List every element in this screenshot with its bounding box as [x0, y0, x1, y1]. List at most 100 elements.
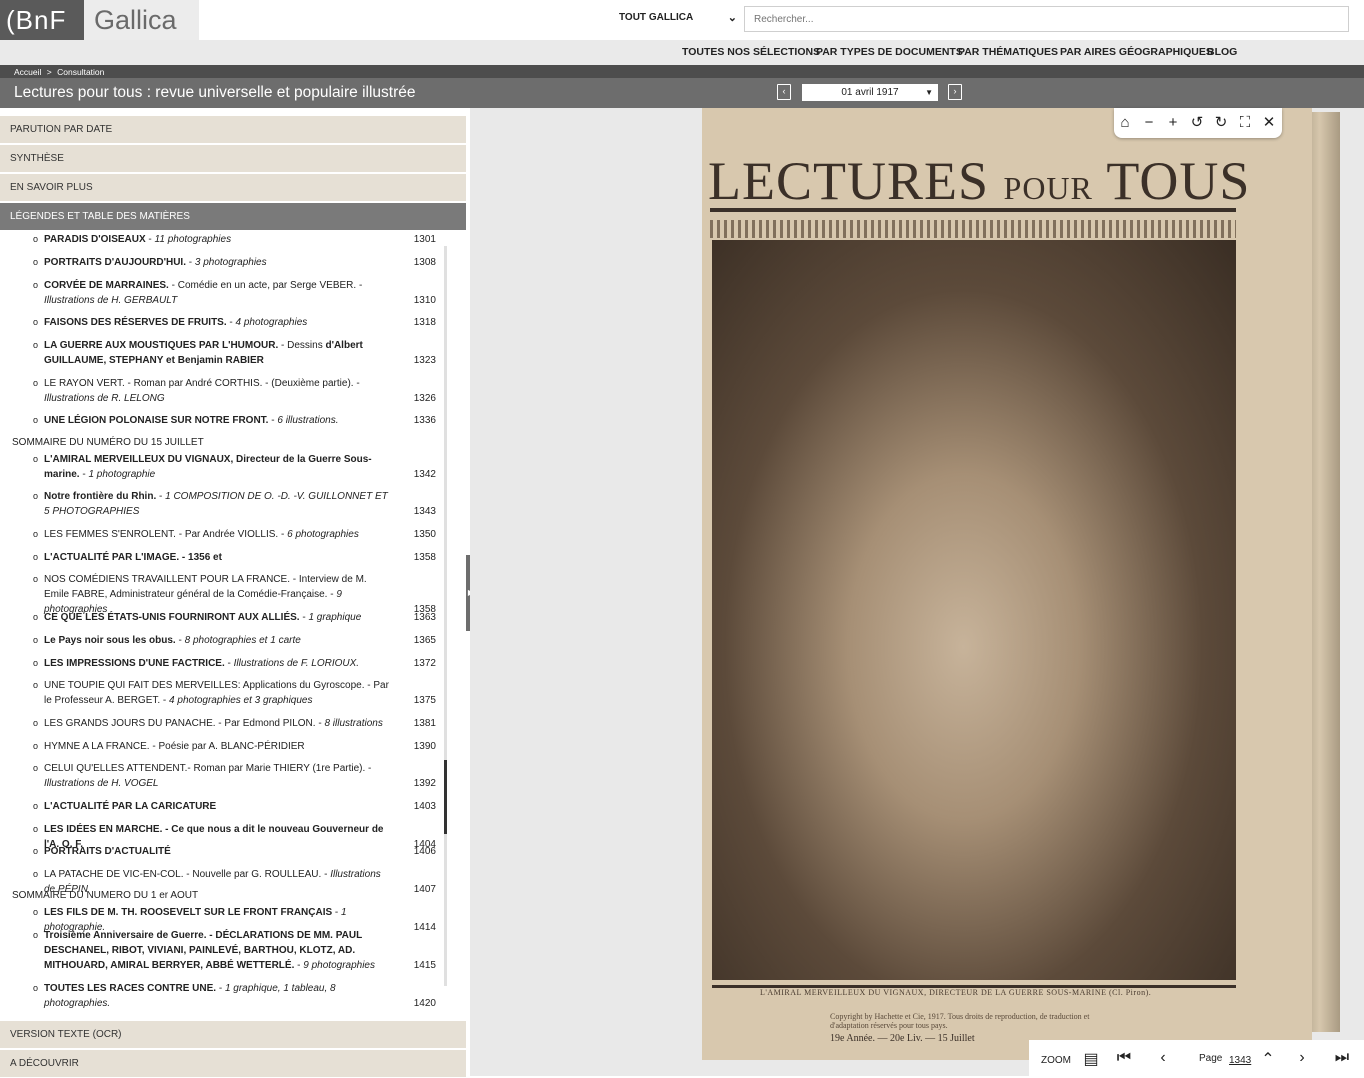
- toc-entry[interactable]: o Le Pays noir sous les obus. - 8 photogr…: [33, 633, 436, 648]
- toc-entry[interactable]: o CORVÉE DE MARRAINES. - Comédie en un ac…: [33, 278, 436, 308]
- toc-entry-detail: LE RAYON VERT. - Roman par André CORTHIS…: [44, 378, 360, 389]
- nav-par-types-de-documents[interactable]: PAR TYPES DE DOCUMENTS: [816, 46, 963, 58]
- toc-entry-illustrations: 11 photographies: [154, 234, 232, 245]
- page-number-input[interactable]: 1343: [1229, 1055, 1251, 1066]
- close-icon[interactable]: ✕: [1260, 114, 1278, 132]
- toc-entry[interactable]: o UNE LÉGION POLONAISE SUR NOTRE FRONT. -…: [33, 413, 436, 428]
- toc-entry[interactable]: o TOUTES LES RACES CONTRE UNE. - 1 graphi…: [33, 981, 436, 1011]
- toc-entry[interactable]: o L'AMIRAL MERVEILLEUX DU VIGNAUX, Direct…: [33, 452, 436, 482]
- bullet-icon: o: [33, 378, 39, 388]
- section-legendes-table-des-matieres[interactable]: LÉGENDES ET TABLE DES MATIÈRES: [0, 203, 466, 231]
- bullet-icon: o: [33, 612, 39, 622]
- rotate-left-icon[interactable]: ↺: [1188, 114, 1206, 132]
- first-page-icon[interactable]: ⏮: [1115, 1049, 1133, 1067]
- next-page-icon[interactable]: ›: [1293, 1049, 1311, 1067]
- bullet-icon: o: [33, 763, 39, 773]
- bullet-icon: o: [33, 257, 39, 267]
- toc-entry-page: 1310: [413, 295, 436, 306]
- fullscreen-icon[interactable]: ⛶: [1236, 114, 1254, 132]
- toc-scrollbar-thumb[interactable]: [444, 760, 447, 834]
- toc-entry[interactable]: o L'ACTUALITÉ PAR LA CARICATURE 1403: [33, 799, 436, 814]
- toc-entry-detail: LA PATACHE DE VIC-EN-COL. - Nouvelle par…: [44, 869, 331, 880]
- bullet-icon: o: [33, 983, 39, 993]
- toc-entry[interactable]: o HYMNE A LA FRANCE. - Poésie par A. BLAN…: [33, 739, 436, 754]
- bnf-logo[interactable]: (BnF: [0, 0, 84, 40]
- toc-entry-illustrations: 3 photographies: [194, 257, 267, 268]
- zoom-in-icon[interactable]: +: [1164, 114, 1182, 132]
- toc-entry[interactable]: o L'ACTUALITÉ PAR L'IMAGE. - 1356 et 1358: [33, 550, 436, 565]
- section-synthese[interactable]: SYNTHÈSE: [0, 145, 466, 173]
- next-issue-icon[interactable]: ›: [948, 84, 962, 100]
- toc-entry-title: TOUTES LES RACES CONTRE UNE.: [44, 983, 217, 994]
- bullet-icon: o: [33, 658, 39, 668]
- bullet-icon: o: [33, 718, 39, 728]
- toc-entry-text: CE QUE LES ÉTATS-UNIS FOURNIRONT AUX ALL…: [44, 610, 426, 625]
- masthead-word-1: LECTURES: [708, 151, 990, 211]
- zoom-label[interactable]: ZOOM: [1041, 1055, 1071, 1066]
- toc-entry-title: FAISONS DES RÉSERVES DE FRUITS.: [44, 317, 227, 328]
- bullet-icon: o: [33, 340, 39, 350]
- toc-entry-title: PORTRAITS D'ACTUALITÉ: [44, 846, 171, 857]
- toc-entry[interactable]: o FAISONS DES RÉSERVES DE FRUITS. - 4 pho…: [33, 315, 436, 330]
- breadcrumb-home[interactable]: Accueil: [14, 67, 41, 77]
- toc-entry[interactable]: o PARADIS D'OISEAUX - 11 photographies 130…: [33, 232, 436, 247]
- top-header: (BnF Gallica TOUT GALLICA ⌄: [0, 0, 1364, 40]
- toc-entry-text: FAISONS DES RÉSERVES DE FRUITS. - 4 phot…: [44, 315, 426, 330]
- toc-entry-illustrations: 1 photographie: [88, 469, 156, 480]
- toc-entry[interactable]: o PORTRAITS D'ACTUALITÉ 1406: [33, 844, 436, 859]
- rotate-right-icon[interactable]: ↻: [1212, 114, 1230, 132]
- portrait-photograph: [712, 240, 1236, 980]
- issue-date-select[interactable]: 01 avril 1917 ▼: [802, 84, 938, 101]
- toc-scrollbar-track[interactable]: [444, 246, 447, 986]
- toc-entry-illustrations: Illustrations de H. GERBAULT: [44, 295, 178, 306]
- toc-entry-page: 1381: [413, 718, 436, 729]
- toc-entry-text: PORTRAITS D'ACTUALITÉ: [44, 844, 426, 859]
- bullet-icon: o: [33, 234, 39, 244]
- search-scope-select[interactable]: TOUT GALLICA ⌄: [619, 12, 737, 24]
- last-page-icon[interactable]: ⏭: [1333, 1049, 1351, 1067]
- zoom-out-icon[interactable]: −: [1140, 114, 1158, 132]
- toc-entry[interactable]: o LES FEMMES S'ENROLENT. - Par Andrée VIO…: [33, 527, 436, 542]
- bullet-icon: o: [33, 801, 39, 811]
- toc-entry[interactable]: o LES GRANDS JOURS DU PANACHE. - Par Edmo…: [33, 716, 436, 731]
- section-en-savoir-plus[interactable]: EN SAVOIR PLUS: [0, 174, 466, 202]
- toc-entry-illustrations: 6 illustrations.: [277, 415, 339, 426]
- section-parution-par-date[interactable]: PARUTION PAR DATE: [0, 116, 466, 144]
- nav-blog[interactable]: BLOG: [1207, 46, 1237, 58]
- toc-entry-page: 1336: [413, 415, 436, 426]
- toc-entry[interactable]: o UNE TOUPIE QUI FAIT DES MERVEILLES: App…: [33, 678, 436, 708]
- toc-entry[interactable]: o LA GUERRE AUX MOUSTIQUES PAR L'HUMOUR. …: [33, 338, 436, 368]
- toc-entry[interactable]: o CELUI QU'ELLES ATTENDENT.- Roman par Ma…: [33, 761, 436, 791]
- document-icon[interactable]: ▤: [1082, 1049, 1100, 1069]
- toc-entry[interactable]: o LES IMPRESSIONS D'UNE FACTRICE. - Illus…: [33, 656, 436, 671]
- toc-entry-page: 1308: [413, 257, 436, 268]
- toc-entry-illustrations: Illustrations de R. LELONG: [44, 393, 165, 404]
- bullet-icon: o: [33, 415, 39, 425]
- toc-entry-page: 1406: [413, 846, 436, 857]
- toc-entry[interactable]: o CE QUE LES ÉTATS-UNIS FOURNIRONT AUX AL…: [33, 610, 436, 625]
- search-input[interactable]: [744, 6, 1349, 32]
- nav-toutes-nos-selections[interactable]: TOUTES NOS SÉLECTIONS: [682, 46, 820, 58]
- nav-par-thematiques[interactable]: PAR THÉMATIQUES: [958, 46, 1058, 58]
- home-icon[interactable]: ⌂: [1116, 114, 1134, 132]
- previous-page-icon[interactable]: ‹: [1154, 1049, 1172, 1067]
- bullet-icon: o: [33, 846, 39, 856]
- section-a-decouvrir[interactable]: A DÉCOUVRIR: [0, 1050, 466, 1078]
- nav-par-aires-geographiques[interactable]: PAR AIRES GÉOGRAPHIQUES: [1060, 46, 1213, 58]
- gallica-logo[interactable]: Gallica: [84, 0, 199, 40]
- chevron-up-icon[interactable]: ⌃: [1259, 1049, 1277, 1069]
- section-version-texte-ocr[interactable]: VERSION TEXTE (OCR): [0, 1021, 466, 1049]
- toc-entry-text: Notre frontière du Rhin. - 1 COMPOSITION…: [44, 489, 426, 519]
- toc-entry[interactable]: o Notre frontière du Rhin. - 1 COMPOSITIO…: [33, 489, 436, 519]
- toc-entry[interactable]: o PORTRAITS D'AUJOURD'HUI. - 3 photograph…: [33, 255, 436, 270]
- toc-entry-text: L'ACTUALITÉ PAR LA CARICATURE: [44, 799, 426, 814]
- toc-entry-text: TOUTES LES RACES CONTRE UNE. - 1 graphiq…: [44, 981, 426, 1011]
- toc-entry[interactable]: o Troisième Anniversaire de Guerre. - DÉC…: [33, 928, 436, 973]
- toc-entry[interactable]: o LE RAYON VERT. - Roman par André CORTHI…: [33, 376, 436, 406]
- toc-entry-detail: -: [185, 257, 195, 268]
- previous-issue-icon[interactable]: ‹: [777, 84, 791, 100]
- masthead-rule: [710, 208, 1236, 212]
- bullet-icon: o: [33, 552, 39, 562]
- toc-entry-title: PARADIS D'OISEAUX: [44, 234, 146, 245]
- document-title: Lectures pour tous : revue universelle e…: [14, 84, 416, 101]
